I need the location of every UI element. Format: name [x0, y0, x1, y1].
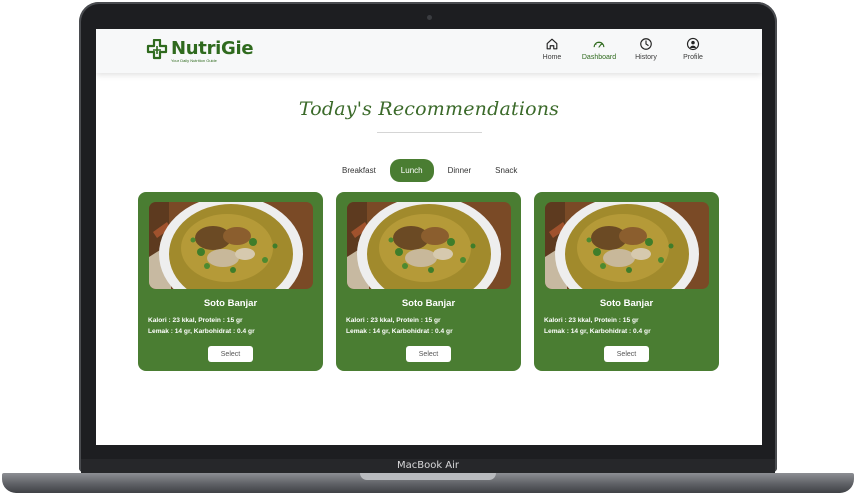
food-image	[545, 202, 709, 289]
brand-tagline: Your Daily Nutrition Guide	[171, 58, 217, 63]
food-nutrition-line-1: Kalori : 23 kkal, Protein : 15 gr	[346, 317, 441, 324]
nav-links: Home Dashboard History Profile	[535, 37, 710, 61]
food-name: Soto Banjar	[203, 298, 258, 309]
app-screen: NutriGie Your Daily Nutrition Guide Home…	[96, 29, 762, 445]
food-card: Soto Banjar Kalori : 23 kkal, Protein : …	[138, 192, 323, 371]
food-nutrition-line-2: Lemak : 14 gr, Karbohidrat : 0.4 gr	[346, 328, 453, 335]
title-divider	[377, 132, 482, 133]
tab-breakfast[interactable]: Breakfast	[332, 160, 386, 181]
nav-item-history[interactable]: History	[629, 37, 663, 61]
top-navbar: NutriGie Your Daily Nutrition Guide Home…	[96, 29, 762, 73]
food-nutrition-line-1: Kalori : 23 kkal, Protein : 15 gr	[544, 317, 639, 324]
nav-item-profile[interactable]: Profile	[676, 37, 710, 61]
device-model-label: MacBook Air	[396, 460, 460, 471]
brand-logo[interactable]: NutriGie Your Daily Nutrition Guide	[146, 38, 254, 63]
food-image	[149, 202, 313, 289]
food-nutrition-line-2: Lemak : 14 gr, Karbohidrat : 0.4 gr	[544, 328, 651, 335]
recommendation-cards: Soto Banjar Kalori : 23 kkal, Protein : …	[138, 192, 719, 371]
food-card: Soto Banjar Kalori : 23 kkal, Protein : …	[534, 192, 719, 371]
select-button[interactable]: Select	[604, 346, 649, 362]
home-icon	[546, 38, 558, 50]
select-button[interactable]: Select	[406, 346, 451, 362]
food-name: Soto Banjar	[401, 298, 456, 309]
meal-tabs: Breakfast Lunch Dinner Snack	[332, 159, 527, 182]
gauge-icon	[593, 41, 605, 48]
food-image	[347, 202, 511, 289]
user-icon	[686, 37, 700, 51]
clock-icon	[640, 38, 652, 50]
tab-dinner[interactable]: Dinner	[438, 160, 482, 181]
logo-cross-icon	[146, 39, 168, 60]
soup-bowl-image	[545, 202, 709, 289]
tab-snack[interactable]: Snack	[485, 160, 527, 181]
food-name: Soto Banjar	[599, 298, 654, 309]
nav-label-profile: Profile	[683, 54, 703, 61]
food-nutrition-line-2: Lemak : 14 gr, Karbohidrat : 0.4 gr	[148, 328, 255, 335]
soup-bowl-image	[149, 202, 313, 289]
food-card: Soto Banjar Kalori : 23 kkal, Protein : …	[336, 192, 521, 371]
nav-item-dashboard[interactable]: Dashboard	[582, 37, 616, 61]
nav-label-history: History	[635, 54, 657, 61]
brand-name: NutriGie	[171, 38, 254, 59]
page-title: Today's Recommendations	[298, 98, 560, 120]
food-nutrition-line-1: Kalori : 23 kkal, Protein : 15 gr	[148, 317, 243, 324]
camera-dot	[427, 15, 432, 20]
nav-label-home: Home	[542, 54, 562, 61]
select-button[interactable]: Select	[208, 346, 253, 362]
soup-bowl-image	[347, 202, 511, 289]
nav-label-dashboard: Dashboard	[581, 54, 617, 61]
laptop-notch	[360, 473, 496, 480]
tab-lunch[interactable]: Lunch	[389, 159, 434, 182]
nav-item-home[interactable]: Home	[535, 37, 569, 61]
